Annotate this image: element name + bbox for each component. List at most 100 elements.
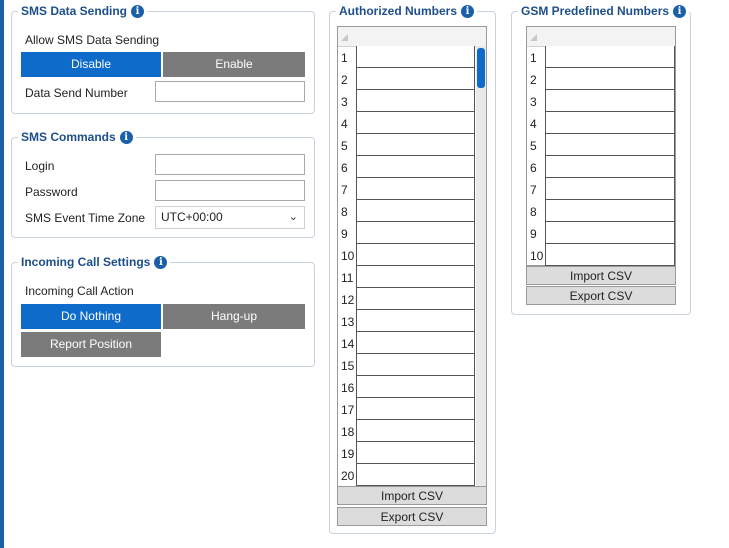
info-icon[interactable]: i: [119, 130, 133, 144]
do-nothing-button[interactable]: Do Nothing: [21, 304, 161, 329]
table-row: 8: [338, 200, 488, 222]
number-cell[interactable]: [545, 46, 675, 68]
row-number: 9: [341, 227, 348, 241]
row-number: 15: [341, 359, 355, 373]
row-number: 1: [341, 51, 348, 65]
export-csv-button[interactable]: Export CSV: [526, 286, 676, 305]
number-cell[interactable]: [356, 156, 475, 178]
table-row: 4: [338, 112, 488, 134]
table-row: 5: [338, 134, 488, 156]
table-row: 18: [338, 420, 488, 442]
table-row: 9: [527, 222, 677, 244]
number-cell[interactable]: [356, 178, 475, 200]
number-cell[interactable]: [545, 134, 675, 156]
number-cell[interactable]: [356, 310, 475, 332]
data-send-number-input[interactable]: [155, 81, 305, 102]
info-icon[interactable]: i: [154, 255, 168, 269]
number-cell[interactable]: [545, 222, 675, 244]
number-cell[interactable]: [545, 112, 675, 134]
left-accent-bar: [0, 0, 4, 548]
import-csv-button[interactable]: Import CSV: [526, 266, 676, 285]
enable-button[interactable]: Enable: [163, 52, 305, 77]
number-cell[interactable]: [545, 244, 675, 266]
authorized-numbers-group: Authorized Numbers i 1 2 3 4 5 6 7 8 9 10 11 12 13 14…: [329, 4, 496, 534]
table-row: 7: [338, 178, 488, 200]
row-number: 10: [530, 249, 544, 263]
row-number: 7: [341, 183, 348, 197]
row-number: 6: [530, 161, 537, 175]
select-all-corner[interactable]: [341, 34, 348, 41]
table-header: [338, 27, 486, 47]
row-number: 6: [341, 161, 348, 175]
chevron-down-icon: ⌄: [288, 211, 298, 223]
number-cell[interactable]: [545, 156, 675, 178]
timezone-label: SMS Event Time Zone: [25, 211, 146, 225]
export-csv-button[interactable]: Export CSV: [337, 507, 487, 526]
table-row: 6: [338, 156, 488, 178]
row-number: 2: [341, 73, 348, 87]
authorized-numbers-table: 1 2 3 4 5 6 7 8 9 10 11 12 13 14 15 16 17 18 19 20: [337, 26, 487, 488]
number-cell[interactable]: [356, 288, 475, 310]
table-row: 3: [527, 90, 677, 112]
number-cell[interactable]: [356, 134, 475, 156]
number-cell[interactable]: [356, 376, 475, 398]
number-cell[interactable]: [356, 464, 475, 486]
report-position-button[interactable]: Report Position: [21, 332, 161, 357]
table-row: 1: [338, 46, 488, 68]
timezone-select[interactable]: UTC+00:00 ⌄: [155, 206, 305, 229]
number-cell[interactable]: [356, 90, 475, 112]
row-number: 8: [341, 205, 348, 219]
number-cell[interactable]: [356, 442, 475, 464]
table-row: 19: [338, 442, 488, 464]
number-cell[interactable]: [356, 266, 475, 288]
data-send-number-label: Data Send Number: [25, 86, 128, 100]
login-label: Login: [25, 159, 55, 173]
disable-button[interactable]: Disable: [21, 52, 161, 77]
table-row: 5: [527, 134, 677, 156]
number-cell[interactable]: [356, 398, 475, 420]
sms-commands-title: SMS Commands i: [18, 130, 136, 144]
number-cell[interactable]: [356, 244, 475, 266]
row-number: 16: [341, 381, 355, 395]
row-number: 12: [341, 293, 355, 307]
incoming-call-title: Incoming Call Settings i: [18, 255, 171, 269]
import-csv-button[interactable]: Import CSV: [337, 486, 487, 505]
table-row: 1: [527, 46, 677, 68]
table-row: 6: [527, 156, 677, 178]
row-number: 17: [341, 403, 355, 417]
password-input[interactable]: [155, 180, 305, 201]
number-cell[interactable]: [356, 112, 475, 134]
info-icon[interactable]: i: [673, 4, 687, 18]
number-cell[interactable]: [356, 46, 475, 68]
row-number: 18: [341, 425, 355, 439]
number-cell[interactable]: [356, 200, 475, 222]
number-cell[interactable]: [545, 200, 675, 222]
number-cell[interactable]: [356, 222, 475, 244]
number-cell[interactable]: [356, 68, 475, 90]
gsm-predefined-table: 1 2 3 4 5 6 7 8 9 10: [526, 26, 676, 266]
info-icon[interactable]: i: [131, 4, 145, 18]
row-number: 2: [530, 73, 537, 87]
sms-data-sending-group: SMS Data Sending i Allow SMS Data Sendin…: [11, 4, 315, 114]
number-cell[interactable]: [356, 354, 475, 376]
login-input[interactable]: [155, 154, 305, 175]
gsm-predefined-title: GSM Predefined Numbers i: [518, 4, 690, 18]
number-cell[interactable]: [545, 178, 675, 200]
row-number: 7: [530, 183, 537, 197]
table-row: 10: [338, 244, 488, 266]
table-row: 8: [527, 200, 677, 222]
row-number: 5: [530, 139, 537, 153]
number-cell[interactable]: [356, 420, 475, 442]
number-cell[interactable]: [545, 90, 675, 112]
table-row: 13: [338, 310, 488, 332]
table-header: [527, 27, 675, 47]
select-all-corner[interactable]: [530, 34, 537, 41]
info-icon[interactable]: i: [461, 4, 475, 18]
number-cell[interactable]: [545, 68, 675, 90]
number-cell[interactable]: [356, 332, 475, 354]
row-number: 19: [341, 447, 355, 461]
authorized-numbers-title: Authorized Numbers i: [336, 4, 478, 18]
table-row: 11: [338, 266, 488, 288]
allow-sms-label: Allow SMS Data Sending: [25, 33, 160, 47]
hang-up-button[interactable]: Hang-up: [163, 304, 305, 329]
